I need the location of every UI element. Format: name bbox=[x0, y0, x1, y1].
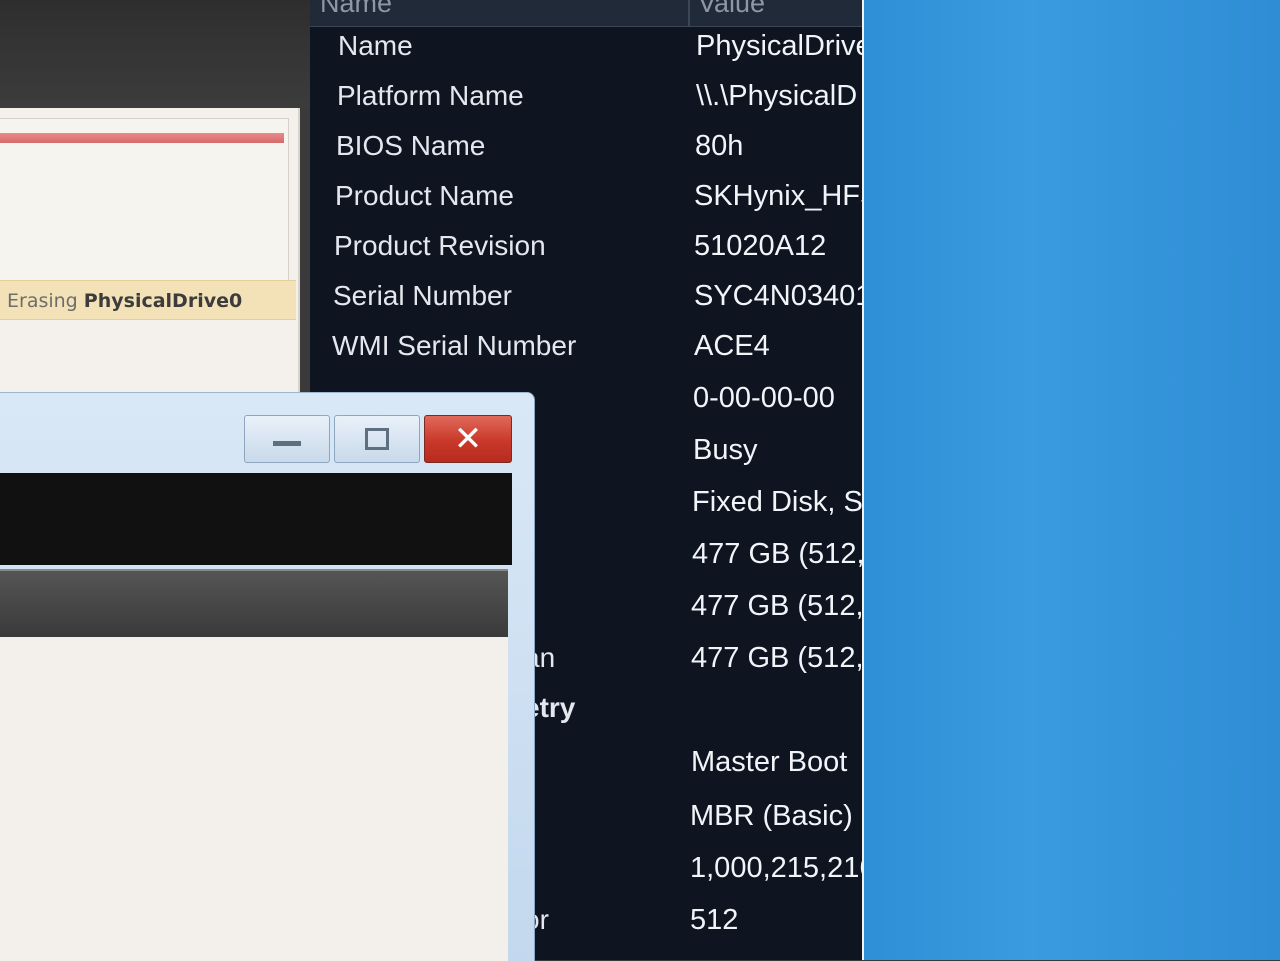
column-header-name[interactable]: Name bbox=[320, 0, 392, 19]
close-button[interactable]: ✕ bbox=[424, 415, 512, 463]
background-dark-area bbox=[0, 0, 310, 108]
foreground-window: ✕ bbox=[0, 392, 535, 961]
close-icon: ✕ bbox=[453, 419, 483, 459]
property-name: Serial Number bbox=[333, 280, 512, 311]
property-value: 1,000,215,216 bbox=[690, 852, 862, 884]
property-name: Product Name bbox=[335, 180, 514, 211]
property-value: 80h bbox=[695, 130, 744, 162]
property-value: 477 GB (512, bbox=[691, 590, 862, 622]
property-value: 477 GB (512, bbox=[692, 538, 862, 570]
property-name: WMI Serial Number bbox=[332, 330, 577, 361]
erase-progress-window: Erasing PhysicalDrive0 bbox=[0, 108, 300, 398]
property-value: 512 bbox=[690, 904, 739, 936]
property-name: Name bbox=[338, 30, 413, 61]
property-value: Master Boot bbox=[691, 746, 848, 778]
window-content-header bbox=[0, 473, 512, 565]
property-name: BIOS Name bbox=[336, 130, 486, 161]
property-value: ACE4 bbox=[694, 330, 770, 362]
property-name: Platform Name bbox=[337, 80, 524, 111]
status-drive: PhysicalDrive0 bbox=[83, 290, 243, 312]
property-value: 477 GB (512, bbox=[691, 642, 862, 674]
progress-panel bbox=[0, 118, 289, 282]
property-value: \\.\PhysicalD bbox=[696, 80, 858, 112]
maximize-icon bbox=[365, 428, 389, 450]
property-value: PhysicalDrive bbox=[696, 30, 862, 62]
column-header-value[interactable]: Value bbox=[698, 0, 765, 19]
property-value: MBR (Basic) bbox=[690, 800, 853, 832]
property-value: SKHynix_HFS bbox=[694, 180, 862, 212]
window-toolbar bbox=[0, 569, 508, 637]
desktop-background bbox=[864, 0, 1280, 960]
property-row[interactable]: WMI Serial Number ACE4 bbox=[310, 330, 862, 380]
property-row[interactable]: Serial Number SYC4N03401 bbox=[310, 280, 862, 330]
property-value: 51020A12 bbox=[694, 230, 827, 262]
property-row[interactable]: Product Name SKHynix_HFS bbox=[310, 180, 862, 230]
property-row[interactable]: Product Revision 51020A12 bbox=[310, 230, 862, 280]
maximize-button[interactable] bbox=[334, 415, 420, 463]
property-value: SYC4N03401 bbox=[694, 280, 862, 312]
progress-bar bbox=[0, 133, 284, 143]
properties-header: Name Value bbox=[310, 0, 862, 27]
minimize-button[interactable] bbox=[244, 415, 330, 463]
window-content-area bbox=[0, 637, 508, 961]
status-prefix: Erasing bbox=[7, 290, 78, 312]
property-name: Product Revision bbox=[334, 230, 546, 261]
property-value: Fixed Disk, S bbox=[692, 486, 862, 518]
status-bar: Erasing PhysicalDrive0 bbox=[0, 280, 296, 320]
column-separator[interactable] bbox=[688, 0, 690, 26]
property-row[interactable]: Platform Name \\.\PhysicalD bbox=[310, 80, 862, 130]
property-value: 0-00-00-00 bbox=[693, 382, 835, 414]
property-row[interactable]: Name PhysicalDrive bbox=[310, 30, 862, 80]
minimize-icon bbox=[273, 440, 301, 446]
property-value: Busy bbox=[693, 434, 758, 466]
property-row[interactable]: BIOS Name 80h bbox=[310, 130, 862, 180]
